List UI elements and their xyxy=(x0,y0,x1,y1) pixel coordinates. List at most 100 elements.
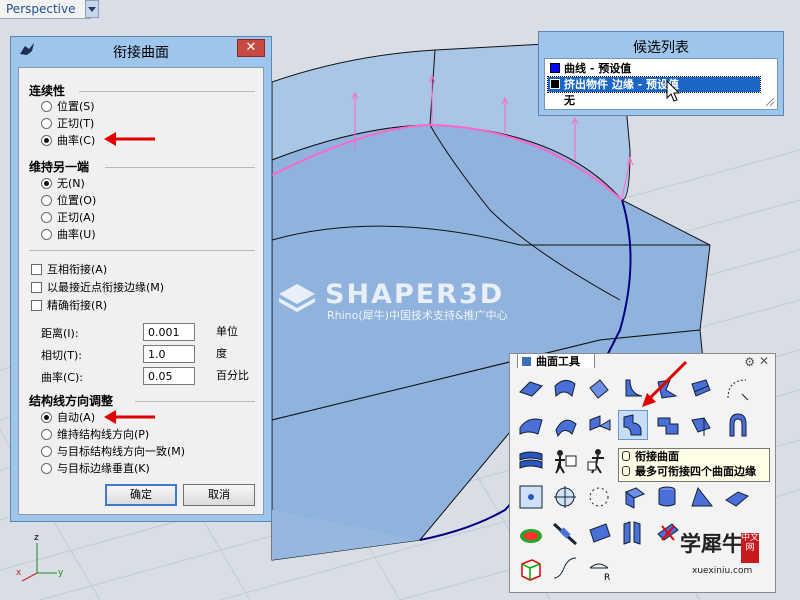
merge-surface-tool[interactable] xyxy=(652,410,682,440)
extend-icon xyxy=(589,379,609,399)
unroll-tool[interactable] xyxy=(550,446,580,476)
triangle-surface-tool[interactable] xyxy=(686,482,716,512)
offset-icon xyxy=(691,379,711,397)
continuity-tangent-radio[interactable]: 正切(T) xyxy=(41,116,94,132)
divider xyxy=(29,250,255,251)
viewport-title[interactable]: Perspective xyxy=(0,0,91,19)
continuity-position-radio[interactable]: 位置(S) xyxy=(41,99,95,115)
tooltip-line: 衔接曲面 xyxy=(619,449,769,464)
match-each-other-checkbox[interactable]: 互相衔接(A) xyxy=(31,262,107,278)
loft-tool[interactable] xyxy=(550,374,580,404)
brand-badge: 中文网 xyxy=(741,533,759,563)
close-button[interactable]: ✕ xyxy=(237,39,265,57)
isocurve-perpendicular-radio[interactable]: 与目标边缘垂直(K) xyxy=(41,461,150,477)
axis-z-label: z xyxy=(34,533,39,543)
palette-tab[interactable]: 曲面工具 xyxy=(517,353,595,368)
sweep-icon xyxy=(555,419,577,438)
divide-surface-tool[interactable] xyxy=(618,518,648,548)
box-edge-tool[interactable] xyxy=(516,554,546,584)
list-item-selected[interactable]: 挤出物件 边缘 - 预设值 xyxy=(547,76,761,93)
axis-x-label: x xyxy=(16,568,22,578)
plane-surface-tool[interactable] xyxy=(722,482,752,512)
continuity-curvature-radio[interactable]: 曲率(C) xyxy=(41,133,95,149)
untrim-tool[interactable] xyxy=(550,518,580,548)
box-icon xyxy=(521,559,541,581)
connect-surface-tool[interactable] xyxy=(686,410,716,440)
match-surface-tool[interactable] xyxy=(584,410,614,440)
point-on-surface-tool[interactable] xyxy=(516,482,546,512)
patch-tool[interactable] xyxy=(516,410,546,440)
exact-match-checkbox[interactable]: 精确衔接(R) xyxy=(31,298,107,314)
split-surface-tool[interactable] xyxy=(652,518,682,548)
radio-icon xyxy=(41,446,52,457)
ok-button[interactable]: 确定 xyxy=(105,484,177,506)
shrink-icon xyxy=(589,523,611,543)
flow-tool[interactable] xyxy=(584,446,614,476)
radial-tool[interactable]: R xyxy=(584,554,614,584)
divide-icon xyxy=(623,521,641,545)
isocurve-keep-radio[interactable]: 维持结构线方向(P) xyxy=(41,427,149,443)
other-end-none-radio[interactable]: 无(N) xyxy=(41,176,85,192)
target-icon xyxy=(554,486,576,508)
radio-icon xyxy=(41,229,52,240)
tangent-unit: 度 xyxy=(216,347,227,360)
dialog-titlebar[interactable]: 衔接曲面 ✕ xyxy=(11,37,271,63)
checkbox-icon xyxy=(31,300,42,311)
resize-grip-icon[interactable] xyxy=(765,97,775,107)
arc-blend-tool[interactable] xyxy=(722,410,752,440)
closest-point-checkbox[interactable]: 以最接近点衔接边缘(M) xyxy=(31,280,164,296)
close-icon[interactable]: ✕ xyxy=(759,354,769,368)
other-end-curvature-radio[interactable]: 曲率(U) xyxy=(41,227,96,243)
other-end-tangent-radio[interactable]: 正切(A) xyxy=(41,210,95,226)
tab-icon xyxy=(522,357,531,366)
isocurve-match-target-radio[interactable]: 与目标结构线方向一致(M) xyxy=(41,444,185,460)
other-end-label: 维持另一端 xyxy=(29,160,90,174)
radio-icon xyxy=(41,101,52,112)
sweep-tool[interactable] xyxy=(550,410,580,440)
candidate-list: 曲线 - 预设值 挤出物件 边缘 - 预设值 无 xyxy=(544,58,778,110)
rebuild-icon xyxy=(519,451,543,469)
curvature-unit: 百分比 xyxy=(216,369,249,382)
viewport-menu-button[interactable] xyxy=(85,0,99,18)
rebuild-tool[interactable] xyxy=(516,446,546,476)
patch-icon xyxy=(519,418,543,435)
fillet-surface-tool[interactable] xyxy=(618,374,648,404)
variable-fillet-tool[interactable] xyxy=(722,374,752,404)
radio-icon xyxy=(41,463,52,474)
blend-surface-tool[interactable] xyxy=(618,410,648,440)
world-axis-icon xyxy=(21,543,57,582)
color-swatch xyxy=(550,79,560,89)
candidate-list-titlebar[interactable]: 候选列表 xyxy=(539,32,783,58)
list-item[interactable]: 无 xyxy=(548,93,772,108)
curvature-input[interactable] xyxy=(143,367,195,385)
shaper3d-logo-icon xyxy=(279,284,315,312)
blend-surface-icon xyxy=(623,414,642,436)
isocurve-label: 结构线方向调整 xyxy=(29,394,114,408)
brand-url: xuexiniu.com xyxy=(692,566,753,576)
tangent-input[interactable] xyxy=(143,345,195,363)
isocurve-auto-radio[interactable]: 自动(A) xyxy=(41,410,95,426)
distance-input[interactable] xyxy=(143,323,195,341)
cylinder-tool[interactable] xyxy=(652,482,682,512)
shrink-surface-tool[interactable] xyxy=(584,518,614,548)
other-end-position-radio[interactable]: 位置(O) xyxy=(41,193,96,209)
blend-surface-dialog: 衔接曲面 ✕ 连续性 位置(S) 正切(T) 曲率(C) 维持另一端 无(N) … xyxy=(10,36,272,522)
match-icon xyxy=(589,415,611,431)
offset-surface-tool[interactable] xyxy=(686,374,716,404)
extend-surface-tool[interactable] xyxy=(584,374,614,404)
list-item[interactable]: 曲线 - 预设值 xyxy=(548,61,772,76)
gear-icon[interactable]: ⚙ xyxy=(744,355,755,369)
divider xyxy=(105,167,255,168)
continuity-label: 连续性 xyxy=(29,84,66,98)
chamfer-surface-tool[interactable] xyxy=(652,374,682,404)
cage-tool[interactable] xyxy=(550,482,580,512)
cancel-button[interactable]: 取消 xyxy=(183,484,255,506)
control-points-tool[interactable] xyxy=(584,482,614,512)
analyze-curvature-tool[interactable] xyxy=(516,518,546,548)
divider xyxy=(135,401,255,402)
distance-label: 距离(I): xyxy=(41,327,79,340)
curve-icon xyxy=(553,557,577,579)
surface-from-curves-tool[interactable] xyxy=(516,374,546,404)
seam-tool[interactable] xyxy=(618,482,648,512)
curve-network-tool[interactable] xyxy=(550,554,580,584)
